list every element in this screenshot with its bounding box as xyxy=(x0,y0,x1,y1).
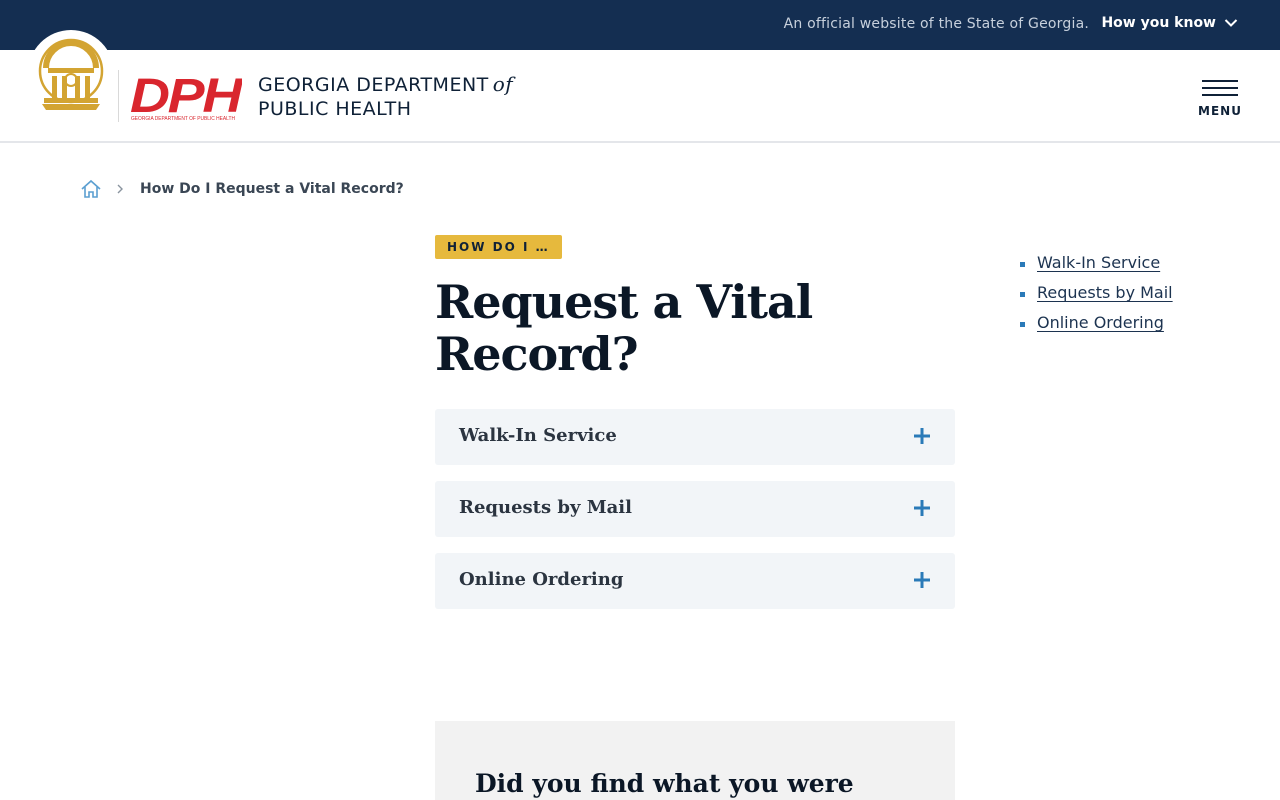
accordion-label: Walk-In Service xyxy=(459,425,617,446)
how-you-know-label: How you know xyxy=(1101,15,1216,31)
official-banner: An official website of the State of Geor… xyxy=(0,0,1280,50)
side-nav-item: Online Ordering xyxy=(1020,312,1173,342)
breadcrumb: How Do I Request a Vital Record? xyxy=(80,178,404,200)
side-nav-link-online-ordering[interactable]: Online Ordering xyxy=(1037,313,1164,332)
accordion-walk-in-service[interactable]: Walk-In Service xyxy=(435,409,955,465)
georgia-seal-icon xyxy=(38,38,104,110)
feedback-box: Did you find what you were xyxy=(435,721,955,800)
side-nav-item: Walk-In Service xyxy=(1020,252,1173,282)
org-name-line1: GEORGIA DEPARTMENT xyxy=(258,74,489,96)
on-this-page-nav: Walk-In Service Requests by Mail Online … xyxy=(1020,252,1173,342)
side-nav-item: Requests by Mail xyxy=(1020,282,1173,312)
side-nav-link-walk-in-service[interactable]: Walk-In Service xyxy=(1037,253,1160,272)
breadcrumb-current: How Do I Request a Vital Record? xyxy=(140,181,404,197)
side-nav-link-requests-by-mail[interactable]: Requests by Mail xyxy=(1037,283,1173,302)
dph-logo[interactable]: DPH GEORGIA DEPARTMENT OF PUBLIC HEALTH xyxy=(130,70,242,122)
dph-logo-subtext: GEORGIA DEPARTMENT OF PUBLIC HEALTH xyxy=(131,116,235,122)
logo-divider xyxy=(118,70,119,122)
plus-icon xyxy=(914,572,930,588)
site-header: DPH GEORGIA DEPARTMENT OF PUBLIC HEALTH … xyxy=(0,30,1280,143)
menu-button[interactable]: MENU xyxy=(1198,80,1242,118)
home-icon[interactable] xyxy=(80,178,102,200)
organization-name[interactable]: GEORGIA DEPARTMENT of PUBLIC HEALTH xyxy=(258,72,513,121)
accordion-requests-by-mail[interactable]: Requests by Mail xyxy=(435,481,955,537)
chevron-down-icon xyxy=(1224,19,1238,27)
org-name-line2: PUBLIC HEALTH xyxy=(258,98,412,120)
hamburger-icon xyxy=(1202,80,1238,96)
georgia-seal-link[interactable] xyxy=(28,30,114,116)
menu-label: MENU xyxy=(1198,104,1242,118)
how-you-know-toggle[interactable]: How you know xyxy=(1101,15,1238,31)
accordion-label: Requests by Mail xyxy=(459,497,632,518)
category-tag: HOW DO I … xyxy=(435,235,562,259)
dph-logo-text: DPH xyxy=(130,70,242,122)
chevron-right-icon xyxy=(117,184,123,194)
org-name-of: of xyxy=(492,72,514,96)
page-title: Request a Vital Record? xyxy=(435,275,813,381)
plus-icon xyxy=(914,428,930,444)
plus-icon xyxy=(914,500,930,516)
feedback-title: Did you find what you were xyxy=(475,769,854,798)
accordion-online-ordering[interactable]: Online Ordering xyxy=(435,553,955,609)
official-website-text: An official website of the State of Geor… xyxy=(783,16,1089,32)
accordion-label: Online Ordering xyxy=(459,569,624,590)
